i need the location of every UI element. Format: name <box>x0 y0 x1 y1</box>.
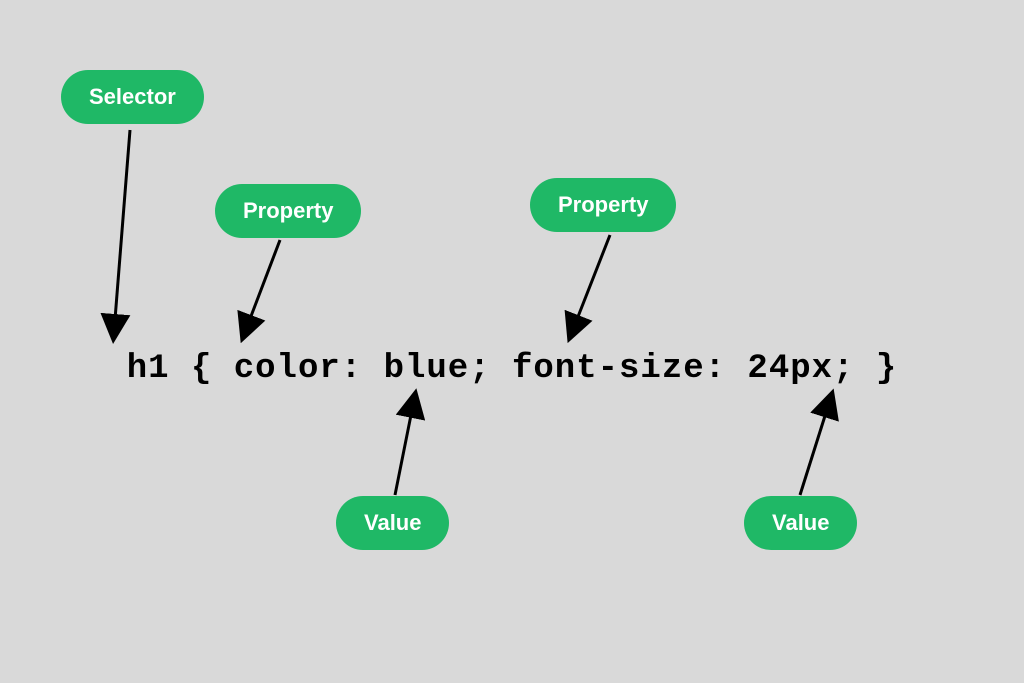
label-selector: Selector <box>61 70 204 124</box>
label-property-2: Property <box>530 178 676 232</box>
label-value-1: Value <box>336 496 449 550</box>
label-property-1: Property <box>215 184 361 238</box>
label-value-2: Value <box>744 496 857 550</box>
css-rule-code: h1 { color: blue; font-size: 24px; } <box>0 350 1024 388</box>
